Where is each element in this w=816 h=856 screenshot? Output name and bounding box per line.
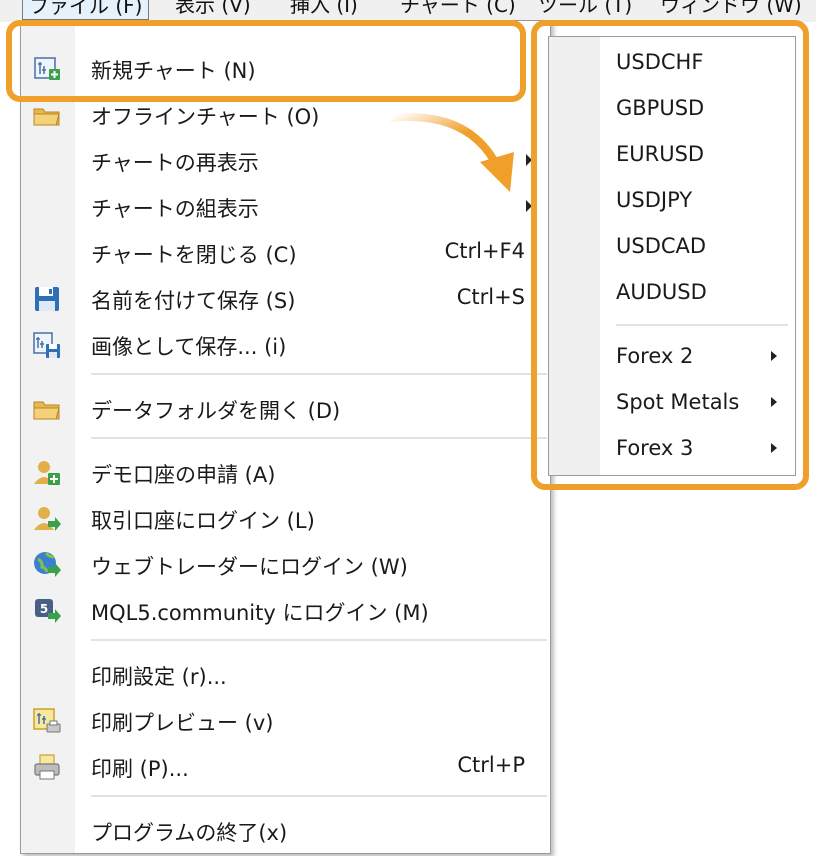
menu-item-open-data-folder[interactable]: データフォルダを開く (D) [21, 386, 550, 432]
group-label: Spot Metals [616, 390, 740, 414]
submenu-arrow-icon [771, 351, 777, 361]
menu-item-login-mql5[interactable]: 5 MQL5.community にログイン (M) [21, 588, 550, 634]
menu-item-print[interactable]: 印刷 (P)... Ctrl+P [21, 744, 550, 790]
menu-item-label: チャートの組表示 [91, 197, 259, 221]
submenu-separator [616, 324, 788, 326]
menu-item-exit[interactable]: プログラムの終了(x) [21, 808, 550, 854]
menu-item-label: 印刷プレビュー (v) [91, 711, 274, 735]
menu-item-shortcut: Ctrl+P [457, 753, 525, 777]
menu-item-login-web[interactable]: ウェブトレーダーにログイン (W) [21, 542, 550, 588]
printer-icon [34, 754, 60, 780]
menu-item-save-as[interactable]: 名前を付けて保存 (S) Ctrl+S [21, 276, 550, 322]
menu-item-label: 新規チャート (N) [91, 59, 256, 83]
symbol-label: USDCAD [616, 234, 707, 258]
svg-text:5: 5 [40, 602, 48, 616]
menu-insert[interactable]: 挿入 (I) [290, 0, 358, 18]
submenu-item-usdchf[interactable]: USDCHF [549, 41, 795, 87]
menu-view[interactable]: 表示 (V) [175, 0, 251, 18]
menu-item-shortcut: Ctrl+S [456, 285, 525, 309]
menu-bar: ファイル (F) 表示 (V) 挿入 (I) チャート (C) ツール (T) … [0, 0, 816, 22]
submenu-item-usdjpy[interactable]: USDJPY [549, 179, 795, 225]
menu-item-label: デモ口座の申請 (A) [91, 463, 276, 487]
menu-file[interactable]: ファイル (F) [22, 0, 150, 20]
add-user-icon [34, 461, 60, 485]
print-preview-icon [33, 708, 61, 733]
submenu-item-gbpusd[interactable]: GBPUSD [549, 87, 795, 133]
menu-item-label: オフラインチャート (O) [91, 105, 320, 129]
submenu-item-audusd[interactable]: AUDUSD [549, 271, 795, 317]
submenu-item-forex-2[interactable]: Forex 2 [549, 335, 795, 381]
menu-item-label: データフォルダを開く (D) [91, 399, 341, 423]
menu-item-label: 画像として保存... (i) [91, 335, 287, 359]
menu-item-label: 取引口座にログイン (L) [91, 509, 315, 533]
submenu-item-eurusd[interactable]: EURUSD [549, 133, 795, 179]
group-label: Forex 3 [616, 436, 694, 460]
user-login-icon [34, 507, 61, 531]
symbol-label: GBPUSD [616, 96, 705, 120]
menu-item-print-preview[interactable]: 印刷プレビュー (v) [21, 698, 550, 744]
submenu-item-spot-metals[interactable]: Spot Metals [549, 381, 795, 427]
menu-item-print-setup[interactable]: 印刷設定 (r)... [21, 652, 550, 698]
menu-separator [91, 639, 547, 641]
menu-separator [91, 373, 547, 375]
submenu-arrow-icon [771, 397, 777, 407]
menu-item-demo-account[interactable]: デモ口座の申請 (A) [21, 450, 550, 496]
menu-charts[interactable]: チャート (C) [400, 0, 516, 18]
symbol-label: EURUSD [616, 142, 705, 166]
annotation-arrow-icon [389, 113, 514, 192]
mql5-login-icon: 5 [35, 599, 61, 623]
menu-separator [91, 795, 547, 797]
menu-item-label: MQL5.community にログイン (M) [91, 601, 429, 625]
menu-item-label: 印刷 (P)... [91, 757, 189, 781]
folder-icon [33, 401, 60, 420]
new-chart-submenu: USDCHF GBPUSD EURUSD USDJPY USDCAD AUDUS… [548, 36, 796, 476]
new-chart-icon [34, 57, 60, 80]
menu-item-shortcut: Ctrl+F4 [444, 239, 525, 263]
menu-item-label: 名前を付けて保存 (S) [91, 289, 296, 313]
menu-tools[interactable]: ツール (T) [538, 0, 632, 18]
menu-item-new-chart[interactable]: 新規チャート (N) [21, 46, 550, 92]
globe-login-icon [34, 552, 61, 577]
menu-item-label: ウェブトレーダーにログイン (W) [91, 555, 408, 579]
save-icon [35, 287, 59, 311]
menu-item-login-trade[interactable]: 取引口座にログイン (L) [21, 496, 550, 542]
menu-item-label: プログラムの終了(x) [91, 821, 288, 845]
save-image-icon [33, 332, 60, 358]
symbol-label: USDJPY [616, 188, 693, 212]
menu-item-label: チャートの再表示 [91, 151, 259, 175]
submenu-item-forex-3[interactable]: Forex 3 [549, 427, 795, 473]
symbol-label: AUDUSD [616, 280, 707, 304]
submenu-item-usdcad[interactable]: USDCAD [549, 225, 795, 271]
menu-item-close-chart[interactable]: チャートを閉じる (C) Ctrl+F4 [21, 230, 550, 276]
menu-window[interactable]: ウィンドウ (W) [660, 0, 802, 18]
menu-item-label: チャートを閉じる (C) [91, 243, 297, 267]
folder-icon [33, 108, 60, 126]
menu-separator [91, 437, 547, 439]
submenu-arrow-icon [771, 443, 777, 453]
group-label: Forex 2 [616, 344, 694, 368]
menu-item-save-image[interactable]: 画像として保存... (i) [21, 322, 550, 368]
menu-item-label: 印刷設定 (r)... [91, 665, 227, 689]
symbol-label: USDCHF [616, 50, 704, 74]
